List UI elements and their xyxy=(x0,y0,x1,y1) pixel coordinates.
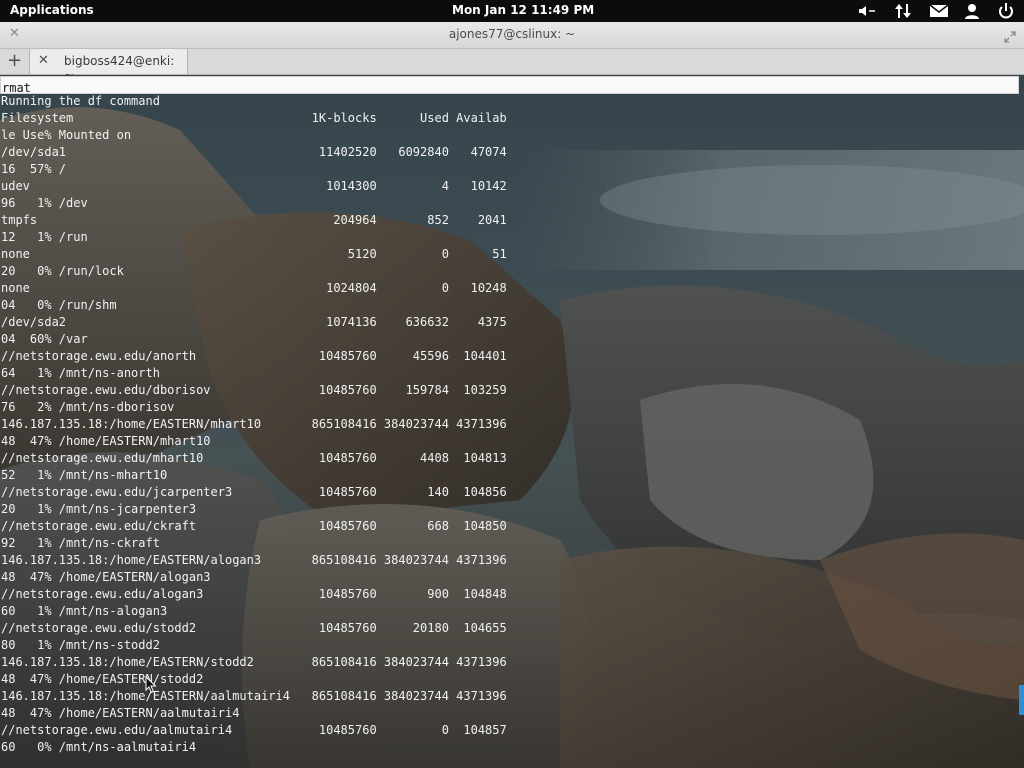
terminal-search-bar xyxy=(0,76,1019,96)
terminal-line: 52 1% /mnt/ns-mhart10 xyxy=(1,468,168,482)
terminal-line: //netstorage.ewu.edu/aalmutairi4 1048576… xyxy=(1,723,507,737)
terminal-line: none 1024804 0 10248 xyxy=(1,281,507,295)
window-titlebar[interactable]: ✕ ajones77@cslinux: ~ xyxy=(0,22,1024,49)
terminal-line: //netstorage.ewu.edu/jcarpenter3 1048576… xyxy=(1,485,507,499)
terminal-line: //netstorage.ewu.edu/mhart10 10485760 44… xyxy=(1,451,507,465)
new-tab-button[interactable]: + xyxy=(7,50,22,71)
search-input[interactable] xyxy=(1,80,1002,96)
user-icon[interactable] xyxy=(962,2,982,20)
mouse-pointer-icon xyxy=(145,676,157,694)
terminal-line: 146.187.135.18:/home/EASTERN/stodd2 8651… xyxy=(1,655,507,669)
terminal-line: udev 1014300 4 10142 xyxy=(1,179,507,193)
panel-clock[interactable]: Mon Jan 12 11:49 PM xyxy=(452,3,594,17)
top-panel: Applications Mon Jan 12 11:49 PM xyxy=(0,0,1024,22)
maximize-icon[interactable] xyxy=(1004,28,1016,47)
terminal-line: /dev/sda2 1074136 636632 4375 xyxy=(1,315,507,329)
terminal-line: Filesystem 1K-blocks Used Availab xyxy=(1,111,507,125)
terminal-line: //netstorage.ewu.edu/dborisov 10485760 1… xyxy=(1,383,507,397)
terminal-line: 146.187.135.18:/home/EASTERN/alogan3 865… xyxy=(1,553,507,567)
power-icon[interactable] xyxy=(996,2,1016,20)
terminal-line: 04 0% /run/shm xyxy=(1,298,117,312)
terminal-line: /dev/sda1 11402520 6092840 47074 xyxy=(1,145,507,159)
terminal-line: 20 1% /mnt/ns-jcarpenter3 xyxy=(1,502,197,516)
terminal-line: 92 1% /mnt/ns-ckraft xyxy=(1,536,160,550)
terminal-line: 80 1% /mnt/ns-stodd2 xyxy=(1,638,160,652)
terminal-scrollbar-thumb[interactable] xyxy=(1019,685,1024,715)
terminal-line: 12 1% /run xyxy=(1,230,88,244)
volume-icon[interactable] xyxy=(857,2,877,20)
terminal-line: 48 47% /home/EASTERN/mhart10 xyxy=(1,434,211,448)
terminal-line: //netstorage.ewu.edu/alogan3 10485760 90… xyxy=(1,587,507,601)
terminal-line: none 5120 0 51 xyxy=(1,247,507,261)
terminal-line: 60 0% /mnt/ns-aalmutairi4 xyxy=(1,740,197,754)
terminal-line: 146.187.135.18:/home/EASTERN/mhart10 865… xyxy=(1,417,507,431)
tab-bigboss424-enki[interactable]: ✕ bigboss424@enki: ~ xyxy=(29,49,188,82)
tab-close-button[interactable]: ✕ xyxy=(38,53,49,68)
terminal-line: 16 57% / xyxy=(1,162,67,176)
terminal-line: //netstorage.ewu.edu/stodd2 10485760 201… xyxy=(1,621,507,635)
terminal-line: //netstorage.ewu.edu/ckraft 10485760 668… xyxy=(1,519,507,533)
terminal-line: //netstorage.ewu.edu/anorth 10485760 455… xyxy=(1,349,507,363)
terminal-line: 76 2% /mnt/ns-dborisov xyxy=(1,400,175,414)
terminal-line: 64 1% /mnt/ns-anorth xyxy=(1,366,160,380)
terminal-line: 20 0% /run/lock xyxy=(1,264,124,278)
terminal-line: 60 1% /mnt/ns-alogan3 xyxy=(1,604,168,618)
terminal-line: 04 60% /var xyxy=(1,332,88,346)
network-icon[interactable] xyxy=(893,2,913,20)
mail-icon[interactable] xyxy=(929,2,949,20)
applications-menu[interactable]: Applications xyxy=(10,3,94,17)
terminal-line: 96 1% /dev xyxy=(1,196,88,210)
terminal-line: le Use% Mounted on xyxy=(1,128,132,142)
terminal-output[interactable]: Running the df command Filesystem 1K-bloc… xyxy=(1,93,1016,768)
terminal-line: 48 47% /home/EASTERN/alogan3 xyxy=(1,570,211,584)
terminal-tab-bar: + ✕ bigboss424@enki: ~ xyxy=(0,49,1024,82)
terminal-line: tmpfs 204964 852 2041 xyxy=(1,213,507,227)
window-title: ajones77@cslinux: ~ xyxy=(448,27,576,41)
terminal-line: 48 47% /home/EASTERN/aalmutairi4 xyxy=(1,706,240,720)
